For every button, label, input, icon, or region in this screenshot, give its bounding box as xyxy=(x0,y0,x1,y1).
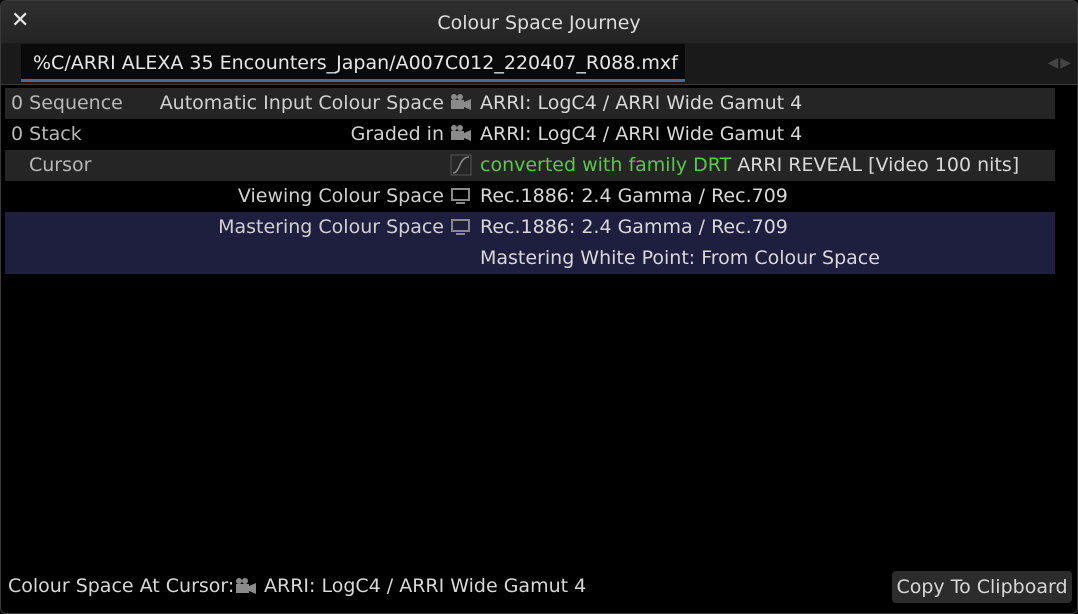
curve-icon xyxy=(450,154,472,176)
window-title: Colour Space Journey xyxy=(437,12,641,34)
footer-value: ARRI: LogC4 / ARRI Wide Gamut 4 xyxy=(264,575,587,597)
footer: Colour Space At Cursor: ARRI: LogC4 / AR… xyxy=(1,571,1077,607)
drt-name: ARRI REVEAL [Video 100 nits] xyxy=(737,154,1020,176)
title-bar: ✕ Colour Space Journey xyxy=(1,1,1077,43)
colour-space-journey-window: ✕ Colour Space Journey %C/ARRI ALEXA 35 … xyxy=(0,0,1078,614)
monitor-icon xyxy=(450,185,472,207)
row-value: Mastering White Point: From Colour Space xyxy=(480,247,880,269)
journey-row-white-point[interactable]: Mastering White Point: From Colour Space xyxy=(5,243,1055,274)
row-stage: Cursor xyxy=(29,154,92,176)
tab-bar: %C/ARRI ALEXA 35 Encounters_Japan/A007C0… xyxy=(1,43,1077,85)
row-stage: 0 Sequence xyxy=(11,92,123,114)
journey-row-cursor[interactable]: Cursor converted with family DRT ARRI RE… xyxy=(5,150,1055,181)
row-value: ARRI: LogC4 / ARRI Wide Gamut 4 xyxy=(480,92,803,114)
row-stage: 0 Stack xyxy=(11,123,82,145)
tab-scroll-arrows-icon[interactable]: ◀▶ xyxy=(1047,55,1073,71)
journey-list: 0 Sequence Automatic Input Colour Space … xyxy=(5,88,1055,274)
tab-clip[interactable]: %C/ARRI ALEXA 35 Encounters_Japan/A007C0… xyxy=(21,44,685,82)
row-value: ARRI: LogC4 / ARRI Wide Gamut 4 xyxy=(480,123,803,145)
row-value: Rec.1886: 2.4 Gamma / Rec.709 xyxy=(480,185,788,207)
row-label: Automatic Input Colour Space xyxy=(159,92,444,114)
row-value: converted with family DRT ARRI REVEAL [V… xyxy=(480,150,1019,181)
journey-row-stack[interactable]: 0 Stack Graded in ARRI: LogC4 / ARRI Wid… xyxy=(5,119,1055,150)
journey-row-sequence[interactable]: 0 Sequence Automatic Input Colour Space … xyxy=(5,88,1055,119)
copy-to-clipboard-button[interactable]: Copy To Clipboard xyxy=(892,571,1072,603)
journey-row-mastering[interactable]: Mastering Colour Space Rec.1886: 2.4 Gam… xyxy=(5,212,1055,243)
footer-label: Colour Space At Cursor: xyxy=(8,575,235,597)
camera-icon xyxy=(450,92,472,114)
camera-icon xyxy=(450,123,472,145)
drt-highlight: converted with family DRT xyxy=(480,154,732,176)
row-label: Mastering Colour Space xyxy=(218,216,444,238)
row-value: Rec.1886: 2.4 Gamma / Rec.709 xyxy=(480,216,788,238)
row-label: Graded in xyxy=(350,123,444,145)
monitor-icon xyxy=(450,216,472,238)
journey-row-viewing[interactable]: Viewing Colour Space Rec.1886: 2.4 Gamma… xyxy=(5,181,1055,212)
camera-icon xyxy=(234,576,258,598)
row-label: Viewing Colour Space xyxy=(237,185,444,207)
